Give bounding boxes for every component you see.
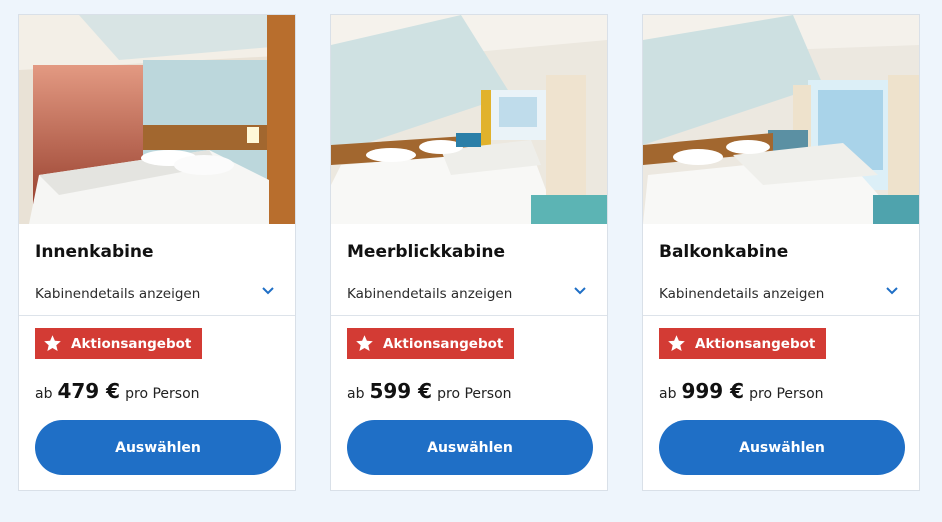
price-amount: 479 € (57, 379, 121, 403)
promo-badge: Aktionsangebot (659, 328, 827, 359)
select-button[interactable]: Auswählen (659, 420, 905, 475)
price-amount: 599 € (369, 379, 433, 403)
price-prefix: ab (35, 386, 53, 402)
price: ab 479 € pro Person (35, 379, 200, 403)
cabin-card-balkonkabine: Balkonkabine Kabinendetails anzeigen Akt… (642, 14, 920, 491)
star-icon (668, 335, 685, 352)
cabin-details-toggle[interactable]: Kabinendetails anzeigen (659, 283, 903, 303)
divider (643, 315, 919, 316)
star-icon (356, 335, 373, 352)
chevron-down-icon (262, 287, 274, 295)
cabin-details-label: Kabinendetails anzeigen (347, 286, 513, 302)
promo-badge-label: Aktionsangebot (71, 335, 192, 352)
price-suffix: pro Person (749, 386, 824, 402)
promo-badge-label: Aktionsangebot (383, 335, 504, 352)
price-amount: 999 € (681, 379, 745, 403)
card-title: Balkonkabine (659, 242, 789, 262)
cabin-card-meerblickkabine: Meerblickkabine Kabinendetails anzeigen … (330, 14, 608, 491)
promo-badge-label: Aktionsangebot (695, 335, 816, 352)
card-title: Innenkabine (35, 242, 154, 262)
card-title: Meerblickkabine (347, 242, 505, 262)
cabin-photo[interactable] (643, 15, 919, 224)
price-suffix: pro Person (437, 386, 512, 402)
star-icon (44, 335, 61, 352)
price-prefix: ab (347, 386, 365, 402)
cabin-details-label: Kabinendetails anzeigen (35, 286, 201, 302)
cabin-details-label: Kabinendetails anzeigen (659, 286, 825, 302)
cabin-details-toggle[interactable]: Kabinendetails anzeigen (35, 283, 279, 303)
divider (19, 315, 295, 316)
price-suffix: pro Person (125, 386, 200, 402)
cabin-details-toggle[interactable]: Kabinendetails anzeigen (347, 283, 591, 303)
price: ab 599 € pro Person (347, 379, 512, 403)
select-button[interactable]: Auswählen (35, 420, 281, 475)
chevron-down-icon (886, 287, 898, 295)
cabin-card-innenkabine: Innenkabine Kabinendetails anzeigen Akti… (18, 14, 296, 491)
select-button[interactable]: Auswählen (347, 420, 593, 475)
cabin-photo[interactable] (331, 15, 607, 224)
promo-badge: Aktionsangebot (35, 328, 203, 359)
divider (331, 315, 607, 316)
cabin-photo[interactable] (19, 15, 295, 224)
promo-badge: Aktionsangebot (347, 328, 515, 359)
chevron-down-icon (574, 287, 586, 295)
price: ab 999 € pro Person (659, 379, 824, 403)
price-prefix: ab (659, 386, 677, 402)
